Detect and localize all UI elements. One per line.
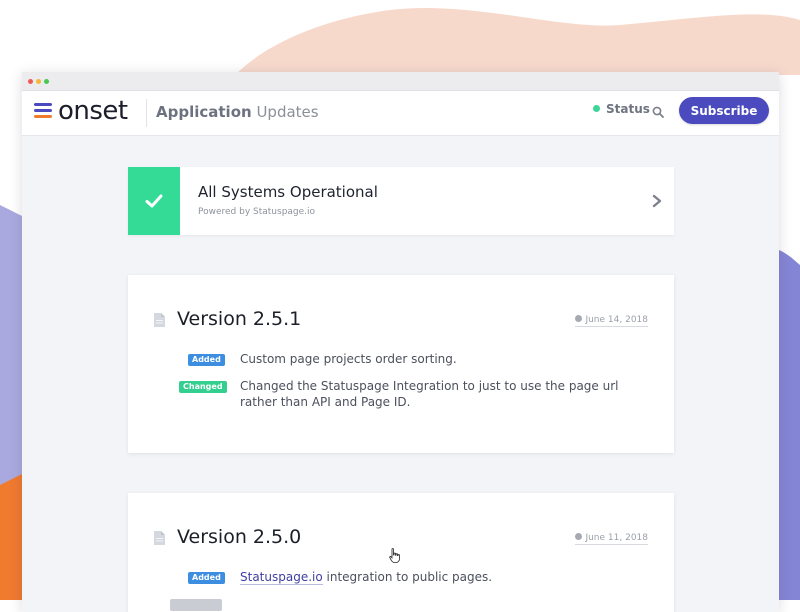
changed-badge: Changed bbox=[179, 381, 227, 393]
document-icon bbox=[154, 531, 165, 545]
minimize-window-dot[interactable] bbox=[36, 79, 41, 84]
release-version-title: Version 2.5.0 bbox=[177, 526, 302, 548]
changelog-entry-text: Statuspage.io integration to public page… bbox=[240, 569, 652, 585]
release-date[interactable]: June 14, 2018 bbox=[575, 315, 648, 327]
subscribe-button[interactable]: Subscribe bbox=[679, 97, 769, 124]
nav-divider bbox=[146, 99, 147, 127]
added-badge: Added bbox=[188, 572, 225, 584]
menu-logo-icon[interactable] bbox=[34, 103, 52, 121]
clock-icon bbox=[575, 533, 583, 540]
release-card: Version 2.5.0 June 11, 2018 Added Status… bbox=[128, 493, 674, 612]
chevron-right-icon[interactable] bbox=[652, 194, 662, 208]
search-icon[interactable] bbox=[652, 103, 666, 118]
added-badge: Added bbox=[188, 354, 225, 366]
status-check-panel bbox=[128, 167, 180, 235]
page-title: Application Updates bbox=[156, 103, 319, 121]
status-indicator-dot bbox=[593, 105, 600, 112]
document-icon bbox=[154, 313, 165, 327]
release-date-label: June 14, 2018 bbox=[585, 315, 648, 325]
status-title: All Systems Operational bbox=[198, 183, 378, 201]
status-link[interactable]: Status bbox=[593, 102, 650, 116]
release-date-label: June 11, 2018 bbox=[585, 533, 648, 543]
status-link-label: Status bbox=[606, 102, 650, 116]
checkmark-icon bbox=[145, 194, 163, 208]
window-titlebar bbox=[22, 72, 779, 91]
release-card: Version 2.5.1 June 14, 2018 Added Custom… bbox=[128, 275, 674, 453]
changed-badge bbox=[170, 599, 222, 611]
release-version-title: Version 2.5.1 bbox=[177, 308, 302, 330]
statuspage-link[interactable]: Statuspage.io bbox=[240, 570, 323, 585]
status-powered-by: Powered by Statuspage.io bbox=[198, 207, 316, 217]
mouse-pointer-icon bbox=[389, 548, 400, 563]
changelog-entry-text: Custom page projects order sorting. bbox=[240, 352, 457, 366]
brand-logo[interactable]: onset bbox=[58, 96, 128, 126]
top-navbar: onset Application Updates Status Subscri… bbox=[22, 91, 779, 136]
close-window-dot[interactable] bbox=[28, 79, 33, 84]
browser-window: onset Application Updates Status Subscri… bbox=[22, 72, 779, 612]
release-date[interactable]: June 11, 2018 bbox=[575, 533, 648, 545]
changelog-entry-text: Changed the Statuspage Integration to ju… bbox=[240, 379, 619, 409]
page-title-light: Updates bbox=[251, 103, 319, 121]
clock-icon bbox=[575, 315, 583, 322]
page-title-bold: Application bbox=[156, 103, 252, 121]
changelog-entry-rest: integration to public pages. bbox=[322, 570, 493, 584]
maximize-window-dot[interactable] bbox=[44, 79, 49, 84]
system-status-card[interactable]: All Systems Operational Powered by Statu… bbox=[128, 167, 674, 235]
